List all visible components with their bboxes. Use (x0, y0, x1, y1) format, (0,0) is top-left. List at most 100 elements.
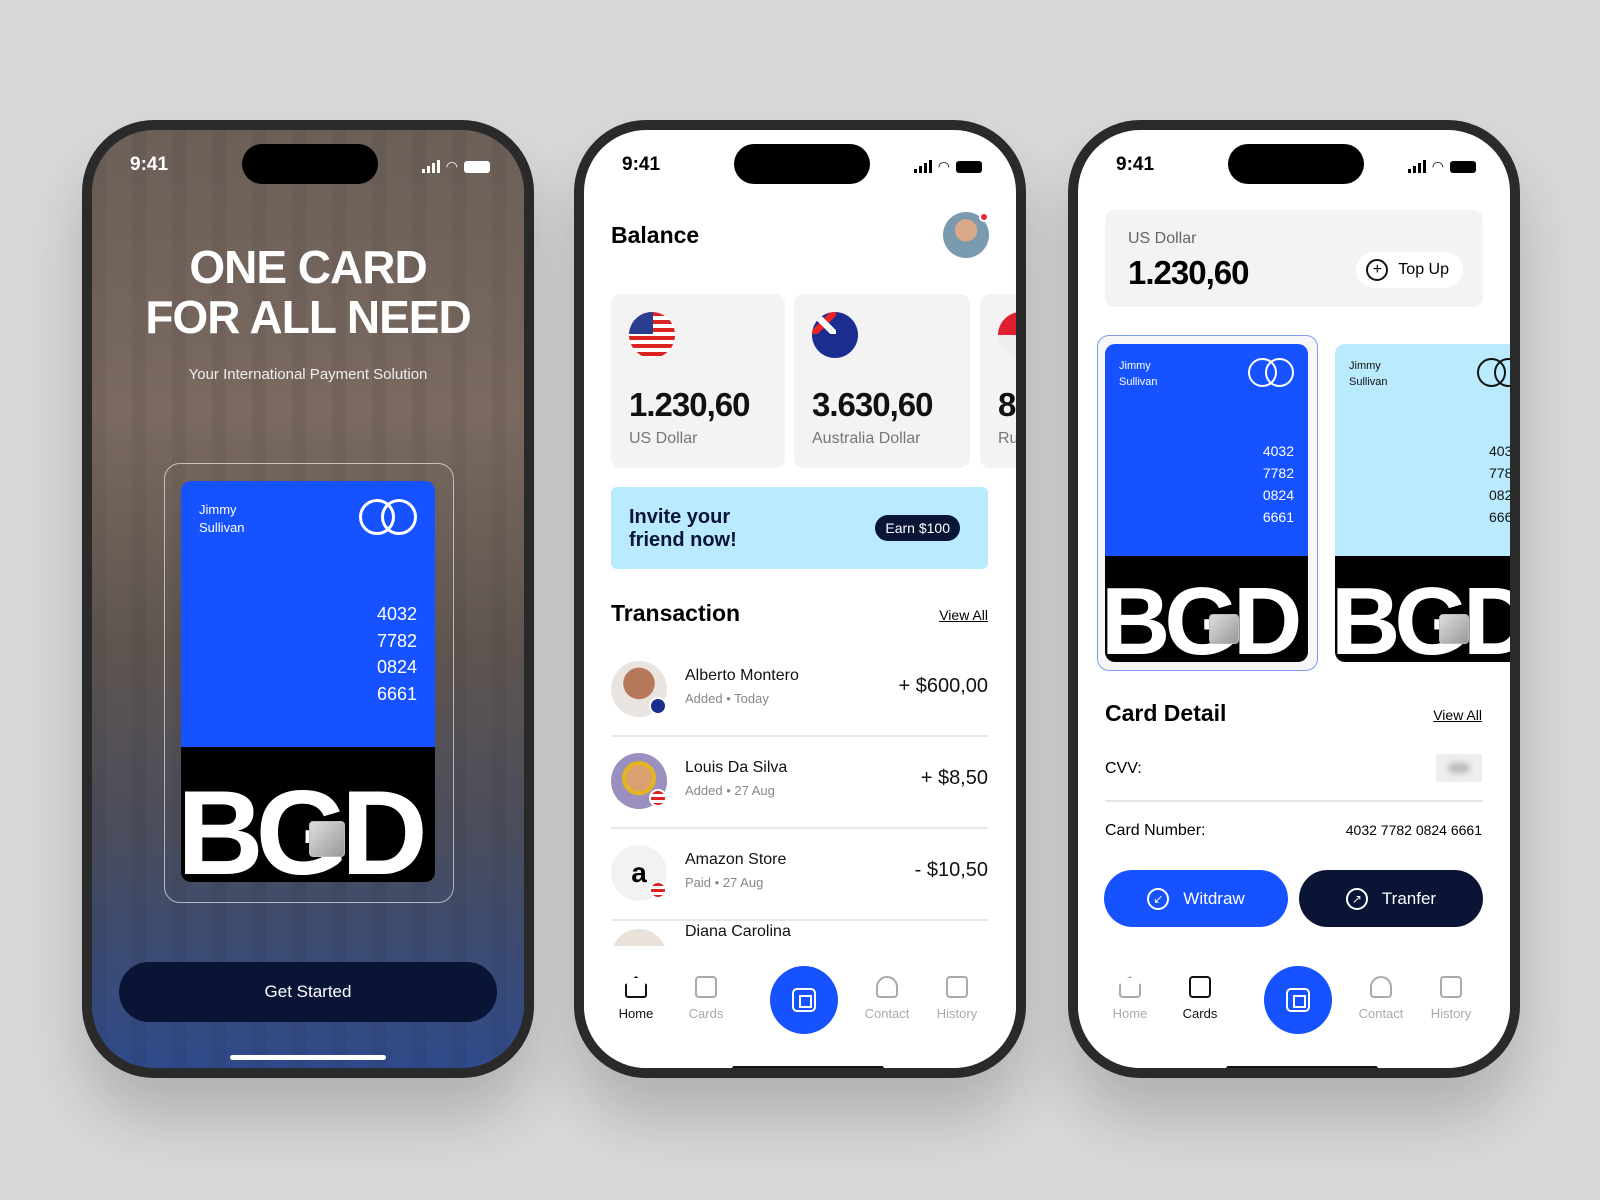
wifi-icon: ◠ (1431, 158, 1444, 174)
invite-text: Invite your friend now! (629, 506, 737, 552)
signal-icon (421, 160, 440, 173)
scan-button[interactable] (1264, 966, 1332, 1034)
card-number: 4032 7782 0824 6661 (1263, 440, 1294, 528)
scan-icon (1286, 988, 1310, 1012)
withdraw-button[interactable]: ↙ Witdraw (1104, 870, 1288, 927)
phone-cards: 9:41 ◠ US Dollar 1.230,60 + Top Up Jimmy S… (1068, 120, 1520, 1078)
invite-banner[interactable]: Invite your friend now! Earn $100 (611, 487, 988, 569)
bottom-nav: Home Cards Contact History (1078, 946, 1510, 1068)
earn-badge[interactable]: Earn $100 (875, 515, 960, 541)
nav-cards[interactable]: Cards (676, 976, 736, 1021)
nav-history[interactable]: History (927, 976, 987, 1021)
avatar[interactable] (943, 212, 989, 258)
card-network-icon (1248, 358, 1294, 387)
view-all-link[interactable]: View All (939, 607, 988, 623)
transaction-row[interactable]: a Amazon Store Paid • 27 Aug - $10,50 (611, 829, 988, 921)
battery-icon (1450, 160, 1476, 173)
australia-flag-icon (812, 312, 858, 358)
divider (1105, 800, 1483, 802)
cards-screen: 9:41 ◠ US Dollar 1.230,60 + Top Up Jimmy S… (1078, 130, 1510, 1068)
transaction-meta: Paid • 27 Aug (685, 875, 764, 890)
card-network-icon (1477, 358, 1510, 387)
us-flag-icon (649, 789, 667, 807)
balance-currency: Australia Dollar (812, 430, 921, 447)
transaction-title: Transaction (611, 600, 741, 626)
transaction-date: 27 Aug (734, 783, 775, 798)
transaction-status: Paid (685, 875, 712, 890)
card-number-group: 0824 (376, 657, 417, 677)
transaction-name: Amazon Store (685, 851, 787, 868)
card-icon (695, 976, 717, 998)
nav-home[interactable]: Home (606, 976, 666, 1021)
status-icons: ◠ (1407, 158, 1476, 175)
nav-contact[interactable]: Contact (1351, 976, 1411, 1021)
payment-card[interactable]: Jimmy Sullivan 4032 7782 0824 6661 BGD (181, 481, 435, 882)
onboarding-screen: 9:41 ◠ ONE CARD FOR ALL NEED Your Interna… (92, 130, 524, 1068)
home-indicator (732, 1066, 884, 1068)
wifi-icon: ◠ (937, 158, 950, 174)
balance-card-rub[interactable]: 8 Ru (980, 294, 1016, 468)
chip-icon (1439, 614, 1469, 644)
cardholder-name: Jimmy Sullivan (1119, 358, 1158, 390)
nav-cards[interactable]: Cards (1170, 976, 1230, 1021)
history-list-icon (946, 976, 968, 998)
transaction-row[interactable]: Alberto Montero Added • Today + $600,00 (611, 645, 988, 737)
transaction-status: Added (685, 783, 723, 798)
card-number: 4032 7782 0824 6661 (1489, 440, 1510, 528)
balance-currency: Ru (998, 430, 1016, 447)
headline-line-1: ONE CARD (189, 241, 427, 293)
nav-history[interactable]: History (1421, 976, 1481, 1021)
nav-home[interactable]: Home (1100, 976, 1160, 1021)
transaction-row[interactable]: Louis Da Silva Added • 27 Aug + $8,50 (611, 737, 988, 829)
top-up-label: Top Up (1398, 261, 1449, 278)
payment-card-light[interactable]: Jimmy Sullivan 4032 7782 0824 6661 BGD (1335, 344, 1510, 662)
nav-contact[interactable]: Contact (857, 976, 917, 1021)
us-flag-icon (629, 312, 675, 358)
scan-button[interactable] (770, 966, 838, 1034)
australia-flag-icon (649, 697, 667, 715)
wifi-icon: ◠ (445, 158, 458, 174)
balance-summary: US Dollar 1.230,60 + Top Up (1105, 210, 1483, 307)
balance-amount: 1.230,60 (629, 386, 750, 423)
transfer-label: Tranfer (1381, 888, 1437, 908)
card-number-group: 7782 (376, 630, 417, 651)
view-all-link[interactable]: View All (1433, 707, 1482, 723)
card-detail-title: Card Detail (1105, 700, 1227, 726)
scan-icon (792, 988, 816, 1012)
contacts-icon (876, 976, 898, 998)
transaction-status: Added (685, 691, 723, 706)
nav-label: Cards (1182, 1006, 1218, 1021)
payment-card-blue[interactable]: Jimmy Sullivan 4032 7782 0824 6661 BGD (1105, 344, 1308, 662)
balance-card-aud[interactable]: 3.630,60 Australia Dollar (794, 294, 970, 468)
last-name: Sullivan (1119, 376, 1158, 388)
card-number-label: Card Number: (1105, 822, 1206, 839)
balance-amount: 3.630,60 (812, 386, 933, 423)
card-icon (1189, 976, 1211, 998)
card-number-group: 7782 (1489, 465, 1510, 481)
balance-amount: 8 (998, 386, 1016, 423)
card-number-group: 4032 (1262, 443, 1294, 459)
transfer-button[interactable]: ↗ Tranfer (1299, 870, 1483, 927)
arrow-up-right-icon: ↗ (1345, 887, 1368, 910)
transaction-amount: - $10,50 (914, 859, 988, 881)
last-name: Sullivan (1349, 376, 1388, 388)
bottom-nav: Home Cards Contact History (584, 946, 1016, 1068)
home-indicator (230, 1055, 386, 1060)
arrow-down-left-icon: ↙ (1147, 887, 1170, 910)
status-time: 9:41 (1116, 154, 1155, 175)
card-number-group: 6661 (1489, 509, 1510, 525)
chip-icon (309, 821, 345, 857)
card-number: 4032 7782 0824 6661 (377, 601, 417, 707)
get-started-button[interactable]: Get Started (119, 962, 497, 1022)
subtitle: Your International Payment Solution (188, 366, 428, 383)
transaction-name: Diana Carolina (685, 923, 791, 940)
status-time: 9:41 (130, 154, 169, 175)
top-up-button[interactable]: + Top Up (1356, 252, 1463, 288)
card-number-group: 7782 (1262, 465, 1294, 481)
notification-dot (979, 212, 989, 222)
status-icons: ◠ (913, 158, 982, 175)
status-time: 9:41 (622, 154, 661, 175)
signal-icon (913, 160, 932, 173)
balance-card-usd[interactable]: 1.230,60 US Dollar (611, 294, 785, 468)
cvv-hidden-value[interactable] (1436, 754, 1482, 782)
